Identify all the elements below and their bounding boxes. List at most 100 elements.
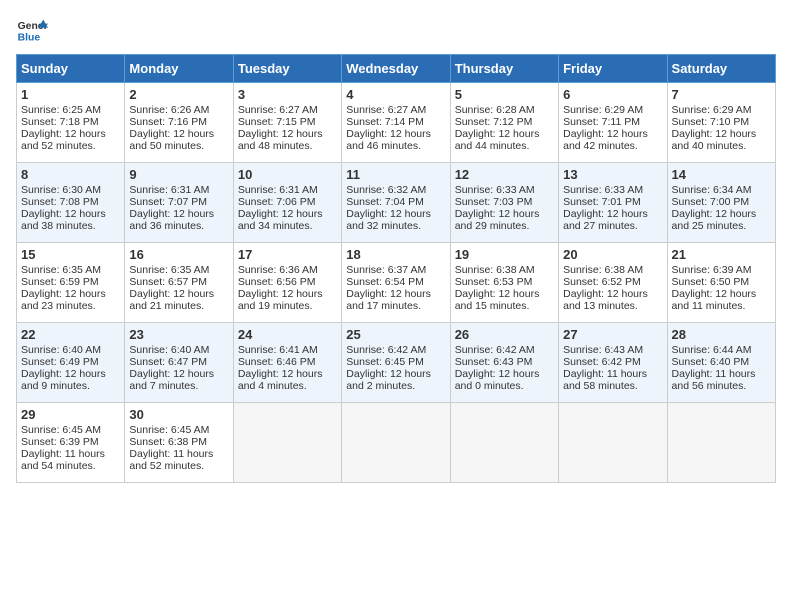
sunrise: Sunrise: 6:43 AM — [563, 344, 643, 356]
day-number: 14 — [672, 167, 771, 182]
calendar-cell: 28Sunrise: 6:44 AMSunset: 6:40 PMDayligh… — [667, 323, 775, 403]
calendar-cell: 25Sunrise: 6:42 AMSunset: 6:45 PMDayligh… — [342, 323, 450, 403]
sunrise: Sunrise: 6:35 AM — [21, 264, 101, 276]
header: General Blue — [16, 16, 776, 44]
daylight: Daylight: 11 hours and 54 minutes. — [21, 448, 105, 472]
sunrise: Sunrise: 6:37 AM — [346, 264, 426, 276]
day-number: 5 — [455, 87, 554, 102]
daylight: Daylight: 12 hours and 25 minutes. — [672, 208, 757, 232]
daylight: Daylight: 12 hours and 40 minutes. — [672, 128, 757, 152]
day-number: 26 — [455, 327, 554, 342]
day-number: 6 — [563, 87, 662, 102]
daylight: Daylight: 12 hours and 4 minutes. — [238, 368, 323, 392]
sunrise: Sunrise: 6:40 AM — [21, 344, 101, 356]
calendar-cell — [233, 403, 341, 483]
calendar-cell: 8Sunrise: 6:30 AMSunset: 7:08 PMDaylight… — [17, 163, 125, 243]
calendar-cell — [559, 403, 667, 483]
sunrise: Sunrise: 6:31 AM — [238, 184, 318, 196]
sunrise: Sunrise: 6:29 AM — [563, 104, 643, 116]
calendar-cell — [450, 403, 558, 483]
calendar-table: SundayMondayTuesdayWednesdayThursdayFrid… — [16, 54, 776, 483]
sunset: Sunset: 7:18 PM — [21, 116, 99, 128]
sunrise: Sunrise: 6:27 AM — [346, 104, 426, 116]
col-header-wednesday: Wednesday — [342, 55, 450, 83]
calendar-cell: 13Sunrise: 6:33 AMSunset: 7:01 PMDayligh… — [559, 163, 667, 243]
sunset: Sunset: 6:56 PM — [238, 276, 316, 288]
sunrise: Sunrise: 6:30 AM — [21, 184, 101, 196]
daylight: Daylight: 12 hours and 38 minutes. — [21, 208, 106, 232]
calendar-cell — [342, 403, 450, 483]
daylight: Daylight: 12 hours and 15 minutes. — [455, 288, 540, 312]
calendar-cell: 30Sunrise: 6:45 AMSunset: 6:38 PMDayligh… — [125, 403, 233, 483]
calendar-cell: 20Sunrise: 6:38 AMSunset: 6:52 PMDayligh… — [559, 243, 667, 323]
day-number: 15 — [21, 247, 120, 262]
daylight: Daylight: 12 hours and 52 minutes. — [21, 128, 106, 152]
daylight: Daylight: 12 hours and 32 minutes. — [346, 208, 431, 232]
daylight: Daylight: 12 hours and 13 minutes. — [563, 288, 648, 312]
sunrise: Sunrise: 6:42 AM — [346, 344, 426, 356]
daylight: Daylight: 12 hours and 44 minutes. — [455, 128, 540, 152]
daylight: Daylight: 11 hours and 52 minutes. — [129, 448, 213, 472]
calendar-cell: 2Sunrise: 6:26 AMSunset: 7:16 PMDaylight… — [125, 83, 233, 163]
sunrise: Sunrise: 6:42 AM — [455, 344, 535, 356]
calendar-cell: 15 Sunrise: 6:35 AMSunset: 6:59 PMDayligh… — [17, 243, 125, 323]
sunrise: Sunrise: 6:32 AM — [346, 184, 426, 196]
sunset: Sunset: 6:59 PM — [21, 276, 99, 288]
sunset: Sunset: 7:15 PM — [238, 116, 316, 128]
daylight: Daylight: 12 hours and 50 minutes. — [129, 128, 214, 152]
calendar-week-4: 22Sunrise: 6:40 AMSunset: 6:49 PMDayligh… — [17, 323, 776, 403]
sunrise: Sunrise: 6:35 AM — [129, 264, 209, 276]
col-header-friday: Friday — [559, 55, 667, 83]
calendar-cell: 24 Sunrise: 6:41 AMSunset: 6:46 PMDayligh… — [233, 323, 341, 403]
calendar-cell: 10Sunrise: 6:31 AMSunset: 7:06 PMDayligh… — [233, 163, 341, 243]
calendar-week-2: 8Sunrise: 6:30 AMSunset: 7:08 PMDaylight… — [17, 163, 776, 243]
sunset: Sunset: 6:46 PM — [238, 356, 316, 368]
sunset: Sunset: 7:04 PM — [346, 196, 424, 208]
col-header-tuesday: Tuesday — [233, 55, 341, 83]
sunset: Sunset: 7:08 PM — [21, 196, 99, 208]
col-header-saturday: Saturday — [667, 55, 775, 83]
calendar-cell: 7Sunrise: 6:29 AMSunset: 7:10 PMDaylight… — [667, 83, 775, 163]
day-number: 24 — [238, 327, 337, 342]
sunset: Sunset: 6:38 PM — [129, 436, 207, 448]
daylight: Daylight: 12 hours and 7 minutes. — [129, 368, 214, 392]
sunrise: Sunrise: 6:31 AM — [129, 184, 209, 196]
day-number: 29 — [21, 407, 120, 422]
sunset: Sunset: 6:49 PM — [21, 356, 99, 368]
sunset: Sunset: 6:42 PM — [563, 356, 641, 368]
sunset: Sunset: 7:12 PM — [455, 116, 533, 128]
calendar-cell: 18Sunrise: 6:37 AMSunset: 6:54 PMDayligh… — [342, 243, 450, 323]
calendar-cell: 19Sunrise: 6:38 AMSunset: 6:53 PMDayligh… — [450, 243, 558, 323]
sunset: Sunset: 6:57 PM — [129, 276, 207, 288]
sunrise: Sunrise: 6:25 AM — [21, 104, 101, 116]
sunset: Sunset: 7:00 PM — [672, 196, 750, 208]
daylight: Daylight: 12 hours and 23 minutes. — [21, 288, 106, 312]
calendar-cell: 21Sunrise: 6:39 AMSunset: 6:50 PMDayligh… — [667, 243, 775, 323]
calendar-week-1: 1Sunrise: 6:25 AMSunset: 7:18 PMDaylight… — [17, 83, 776, 163]
day-number: 28 — [672, 327, 771, 342]
daylight: Daylight: 11 hours and 56 minutes. — [672, 368, 756, 392]
day-number: 7 — [672, 87, 771, 102]
day-number: 1 — [21, 87, 120, 102]
sunset: Sunset: 6:47 PM — [129, 356, 207, 368]
day-number: 25 — [346, 327, 445, 342]
sunset: Sunset: 7:03 PM — [455, 196, 533, 208]
day-number: 17 — [238, 247, 337, 262]
day-number: 19 — [455, 247, 554, 262]
calendar-cell: 11 Sunrise: 6:32 AMSunset: 7:04 PMDayligh… — [342, 163, 450, 243]
daylight: Daylight: 12 hours and 46 minutes. — [346, 128, 431, 152]
daylight: Daylight: 12 hours and 36 minutes. — [129, 208, 214, 232]
sunrise: Sunrise: 6:45 AM — [21, 424, 101, 436]
sunrise: Sunrise: 6:33 AM — [455, 184, 535, 196]
daylight: Daylight: 12 hours and 48 minutes. — [238, 128, 323, 152]
sunrise: Sunrise: 6:41 AM — [238, 344, 318, 356]
sunrise: Sunrise: 6:40 AM — [129, 344, 209, 356]
day-number: 11 — [346, 167, 445, 182]
day-number: 21 — [672, 247, 771, 262]
day-number: 22 — [21, 327, 120, 342]
daylight: Daylight: 12 hours and 0 minutes. — [455, 368, 540, 392]
day-number: 27 — [563, 327, 662, 342]
sunrise: Sunrise: 6:44 AM — [672, 344, 752, 356]
sunset: Sunset: 7:01 PM — [563, 196, 641, 208]
calendar-week-5: 29Sunrise: 6:45 AMSunset: 6:39 PMDayligh… — [17, 403, 776, 483]
